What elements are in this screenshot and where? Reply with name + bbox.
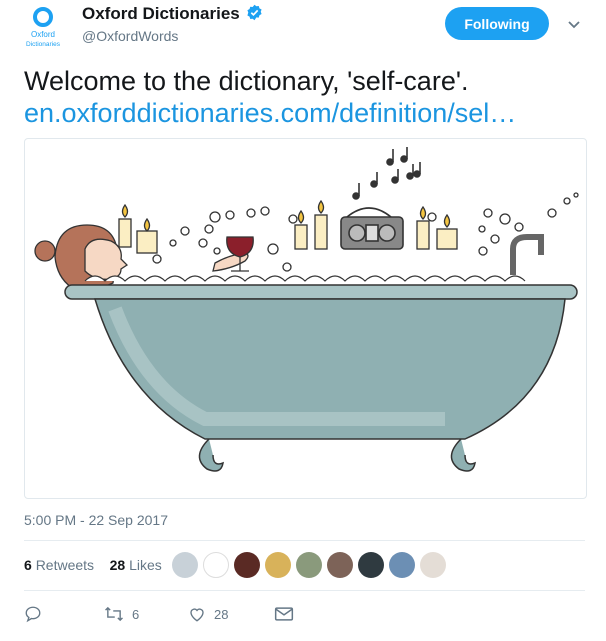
tweet-image[interactable]: [24, 138, 587, 499]
chevron-down-icon[interactable]: [564, 14, 584, 34]
reply-button[interactable]: [24, 605, 104, 623]
like-button[interactable]: 28: [188, 605, 274, 623]
avatar[interactable]: [203, 552, 229, 578]
retweet-button[interactable]: 6: [104, 605, 188, 623]
retweet-count: 6: [132, 606, 140, 622]
divider: [24, 540, 585, 541]
reply-icon: [24, 605, 42, 623]
like-icon: [188, 605, 206, 623]
avatar[interactable]: [265, 552, 291, 578]
avatar[interactable]: [327, 552, 353, 578]
tweet-link[interactable]: en.oxforddictionaries.com/definition/sel…: [24, 98, 516, 129]
tweet-actions: 6 28: [24, 602, 294, 626]
account-avatar[interactable]: Oxford Dictionaries: [19, 6, 67, 50]
logo-text: Oxford: [31, 30, 55, 39]
message-icon: [274, 606, 294, 622]
likes-label: Likes: [129, 557, 162, 573]
retweets-stat[interactable]: 6 Retweets: [24, 557, 94, 573]
logo-text: Dictionaries: [26, 41, 61, 48]
tweet-stats: 6 Retweets 28 Likes: [24, 557, 162, 573]
avatar[interactable]: [234, 552, 260, 578]
direct-message-button[interactable]: [274, 606, 294, 622]
retweets-label: Retweets: [35, 557, 95, 573]
avatar[interactable]: [389, 552, 415, 578]
avatar[interactable]: [172, 552, 198, 578]
tweet-text: Welcome to the dictionary, 'self-care'.: [24, 66, 469, 96]
tweet-timestamp[interactable]: 5:00 PM - 22 Sep 2017: [24, 512, 168, 528]
retweet-icon: [104, 605, 124, 623]
music-notes-icon: [352, 147, 421, 200]
account-handle[interactable]: @OxfordWords: [82, 28, 178, 44]
avatar[interactable]: [358, 552, 384, 578]
account-name[interactable]: Oxford Dictionaries: [82, 4, 240, 23]
like-count: 28: [214, 606, 229, 622]
following-button[interactable]: Following: [445, 7, 549, 40]
liker-avatars: [172, 552, 446, 578]
divider: [24, 590, 585, 591]
verified-badge-icon: [246, 4, 263, 26]
retweets-count: 6: [24, 557, 32, 573]
avatar[interactable]: [420, 552, 446, 578]
likes-stat[interactable]: 28 Likes: [110, 557, 162, 573]
avatar[interactable]: [296, 552, 322, 578]
likes-count: 28: [109, 557, 126, 573]
account-name-row[interactable]: Oxford Dictionaries: [82, 4, 263, 26]
